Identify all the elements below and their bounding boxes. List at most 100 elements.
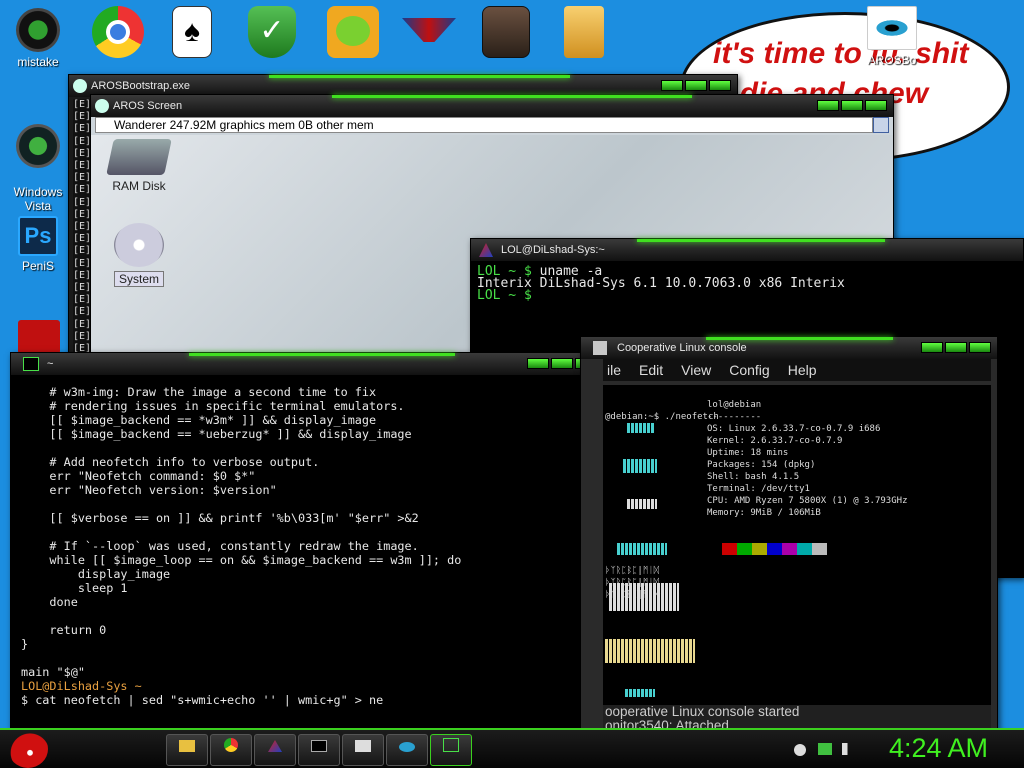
taskbar-terminal-button[interactable]	[430, 734, 472, 766]
gamer-logo-icon[interactable]	[402, 6, 456, 58]
window-title: AROS Screen	[113, 100, 183, 112]
window-titlebar[interactable]: LOL@DiLshad-Sys:~	[471, 239, 1023, 261]
aros-eye-icon	[95, 99, 109, 113]
window-title: AROSBootstrap.exe	[91, 80, 191, 92]
solitaire-icon[interactable]: ♠	[172, 6, 212, 58]
sysinfo-line: OS: Linux 2.6.33.7-co-0.7.9 i686	[707, 424, 881, 434]
bash-terminal-window[interactable]: ~ # w3m-img: Draw the image a second tim…	[10, 352, 604, 730]
garbled-line: ᚦᛉᚱᛈᛒᛈ|ᛗᛁᛞ	[605, 578, 660, 588]
cmd-icon	[311, 740, 327, 752]
menu-view[interactable]: View	[681, 359, 711, 381]
window-controls	[817, 100, 887, 111]
interix-output[interactable]: LOL ~ $ uname -a Interix DiLshad-Sys 6.1 …	[471, 261, 1023, 307]
desktop-icon-windows-vista[interactable]: Windows Vista	[0, 110, 76, 227]
titlebar-accent	[331, 95, 693, 98]
terminal-line: Interix DiLshad-Sys 6.1 10.0.7063.0 x86 …	[477, 277, 1017, 290]
window-titlebar[interactable]: AROS Screen	[91, 95, 893, 117]
shield-check-icon[interactable]: ✓	[248, 6, 296, 58]
disc-icon	[114, 223, 164, 267]
taskbar: 4:24 AM	[0, 728, 1024, 768]
close-button[interactable]	[969, 342, 991, 353]
network-icon[interactable]	[818, 743, 832, 755]
taskbar-folder-button[interactable]	[166, 734, 208, 766]
terminal-icon	[443, 738, 459, 752]
menu-config[interactable]: Config	[729, 359, 769, 381]
desktop-icon-penis[interactable]: Ps PeniS	[0, 216, 76, 273]
maximize-button[interactable]	[551, 358, 573, 369]
color-swatch	[782, 543, 797, 555]
system-icon[interactable]: System	[99, 223, 179, 287]
colinux-terminal[interactable]: @debian:~$ ./neofetch lol@debian --------…	[603, 385, 991, 705]
taskbar-aros-screen-button[interactable]	[386, 734, 428, 766]
menu-file[interactable]: ile	[607, 359, 621, 381]
tray-chevron-icon[interactable]	[794, 744, 806, 756]
volume-icon[interactable]	[842, 743, 856, 755]
icon-label: System	[113, 271, 164, 287]
desktop-icon-mistake[interactable]: mistake	[0, 8, 76, 69]
color-swatch	[722, 543, 737, 555]
taskbar-cmd-button[interactable]	[298, 734, 340, 766]
maximize-button[interactable]	[841, 100, 863, 111]
system-info: lol@debian ---------- OS: Linux 2.6.33.7-c…	[707, 399, 907, 519]
menu-help[interactable]: Help	[788, 359, 817, 381]
start-button[interactable]	[8, 730, 48, 768]
depth-gadget-button[interactable]	[873, 117, 889, 133]
minimize-button[interactable]	[817, 100, 839, 111]
titlebar-accent	[269, 75, 570, 78]
maximize-button[interactable]	[945, 342, 967, 353]
close-button[interactable]	[709, 80, 731, 91]
sysinfo-line: lol@debian	[707, 400, 762, 410]
sysinfo-line: Shell: bash 4.1.5	[707, 472, 800, 482]
color-swatch	[797, 543, 812, 555]
taskbar-window-button[interactable]	[342, 734, 384, 766]
bash-script-output: # w3m-img: Draw the image a second time …	[21, 385, 462, 679]
terminal-icon	[23, 357, 39, 371]
ram-disk-icon[interactable]: RAM Disk	[99, 139, 179, 193]
window-titlebar[interactable]: Cooperative Linux console	[581, 337, 997, 359]
minimize-button[interactable]	[527, 358, 549, 369]
menu-edit[interactable]: Edit	[639, 359, 663, 381]
angry-birds-pig-icon[interactable]	[327, 6, 379, 58]
command-input[interactable]: $ cat neofetch | sed "s+wmic+echo '' | w…	[21, 693, 593, 707]
color-palette	[707, 543, 827, 555]
minimize-button[interactable]	[921, 342, 943, 353]
razer-icon	[16, 8, 60, 52]
garbled-line: ᚦᛉᚱᛈᛒᛈ|ᛗᛁᛞ	[605, 566, 660, 576]
taskbar-aros-button[interactable]	[254, 734, 296, 766]
media-player-icon[interactable]	[482, 6, 530, 58]
taskbar-chrome-button[interactable]	[210, 734, 252, 766]
titlebar-accent	[188, 353, 455, 356]
garbled-output: ᚦᛉᚱᛈᛒᛈ|ᛗᛁᛞ ᚦᛉᚱᛈᛒᛈ|ᛗᛁᛞ ᚦᛉᚱᛈᛒᛈ|ᛗᛁᛞᚲ	[605, 565, 664, 601]
titlebar-accent	[705, 337, 893, 340]
colinux-icon	[593, 341, 607, 355]
color-swatch	[767, 543, 782, 555]
window-titlebar[interactable]: ~	[11, 353, 603, 375]
close-button[interactable]	[865, 100, 887, 111]
wanderer-title-bar: Wanderer 247.92M graphics mem 0B other m…	[95, 117, 873, 133]
folder-icon[interactable]	[564, 6, 604, 58]
pdf-icon[interactable]	[18, 320, 60, 354]
colinux-console-window[interactable]: Cooperative Linux console ile Edit View …	[580, 336, 998, 733]
desktop-icon-label: AROSBo	[867, 53, 917, 67]
window-title: Cooperative Linux console	[617, 342, 747, 354]
garbled-line: ᚦᛉᚱᛈᛒᛈ|ᛗᛁᛞᚲ	[605, 590, 665, 600]
aros-eye-icon	[867, 6, 917, 50]
aros-eye-icon	[399, 742, 415, 752]
desktop-icon-label: Windows Vista	[13, 185, 63, 213]
clock[interactable]: 4:24 AM	[889, 733, 988, 764]
prompt: LOL ~ $	[477, 288, 540, 303]
prompt: LOL@DiLshad-Sys ~	[21, 679, 142, 693]
aros-icon	[268, 740, 282, 752]
bash-prompt-line[interactable]: LOL@DiLshad-Sys ~ $ cat neofetch | sed "s…	[11, 679, 603, 707]
desktop-icon-label: mistake	[17, 55, 59, 69]
chrome-icon[interactable]	[92, 6, 144, 58]
desktop-icon-arosbo[interactable]: AROSBo	[862, 6, 922, 67]
minimize-button[interactable]	[661, 80, 683, 91]
color-swatch	[707, 543, 722, 555]
recycle-bin-icon	[16, 124, 60, 168]
maximize-button[interactable]	[685, 80, 707, 91]
menu-bar: ile Edit View Config Help	[603, 359, 991, 381]
bubble-text-line1: it's time to fu. shit	[713, 37, 969, 70]
folder-icon	[179, 740, 195, 752]
drive-icon	[106, 139, 172, 175]
